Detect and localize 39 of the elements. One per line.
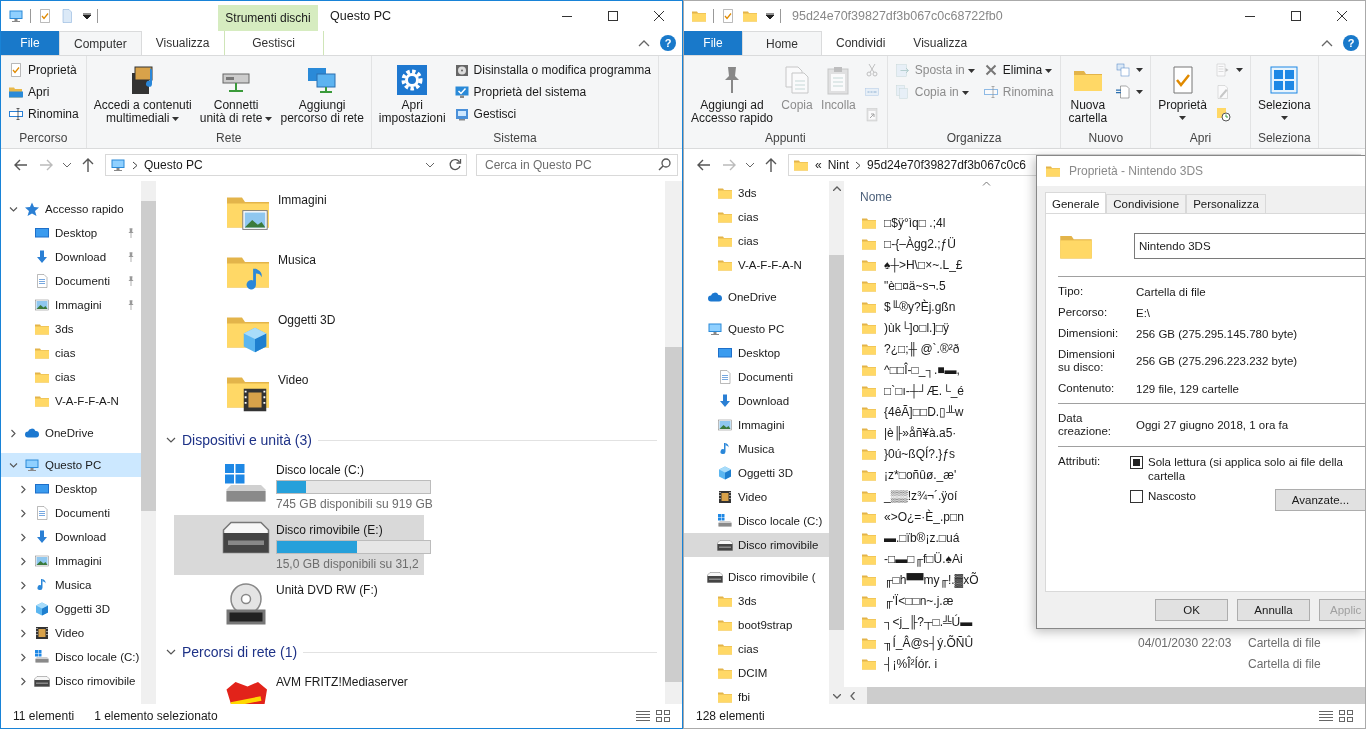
checkbox-label: Nascosto xyxy=(1148,489,1196,503)
property-label: Data creazione: xyxy=(1058,412,1113,438)
selection-count: 1 elemento selezionato xyxy=(94,709,218,723)
property-value: 129 file, 129 cartelle xyxy=(1136,382,1240,395)
group-label: Percorso xyxy=(18,130,69,147)
type-cell: Cartella di file xyxy=(1248,656,1321,671)
group-label: Seleziona xyxy=(1256,130,1312,147)
window-title: Questo PC xyxy=(329,8,393,25)
group-label: Apri xyxy=(1188,130,1213,147)
property-label: Tipo: xyxy=(1058,285,1085,298)
property-label: Percorso: xyxy=(1058,306,1109,319)
drive-label: Unità DVD RW (F:) xyxy=(276,583,378,597)
item-count: 11 elementi xyxy=(13,709,75,723)
window-title: 95d24e70f39827df3b067c0c68722fb0 xyxy=(792,8,1004,25)
group-label: Rete xyxy=(215,130,243,147)
property-value: E:\ xyxy=(1136,306,1152,319)
dialog-title: Proprietà - Nintendo 3DS xyxy=(1069,164,1204,178)
property-label: Contenuto: xyxy=(1058,382,1116,395)
group-label: Appunti xyxy=(764,130,807,147)
free-space-text: 745 GB disponibili su 919 GB xyxy=(276,497,433,511)
free-space-text: 15,0 GB disponibili su 31,2 xyxy=(276,557,420,571)
drive-label: AVM FRITZ!Mediaserver xyxy=(276,675,408,689)
property-value: Cartella di file xyxy=(1136,285,1207,298)
property-value: 256 GB (275.295.145.780 byte) xyxy=(1136,327,1299,340)
date-cell-text: 04/01/2030 22:03 xyxy=(1138,635,1233,650)
group-label: Nuovo xyxy=(1087,130,1125,147)
property-value: 256 GB (275.296.223.232 byte) xyxy=(1136,355,1299,367)
drive-label: Disco rimovibile (E:) xyxy=(276,523,384,537)
drive-label: Disco locale (C:) xyxy=(276,463,366,477)
contextual-tab-header: Strumenti dischi xyxy=(218,5,318,31)
property-value: Oggi 27 giugno 2018, 1 ora fa xyxy=(1136,419,1290,431)
checkbox-label: Sola lettura (si applica solo ai file della cartella xyxy=(1148,455,1344,483)
property-label: Dimensioni su disco: xyxy=(1058,348,1116,374)
group-label: Organizza xyxy=(945,130,1003,147)
item-count: 128 elementi xyxy=(696,709,765,723)
group-label: Sistema xyxy=(492,130,538,147)
type-cell: Cartella di file xyxy=(1248,635,1321,650)
property-label: Dimensioni: xyxy=(1058,327,1120,340)
property-label: Attributi: xyxy=(1058,455,1102,468)
